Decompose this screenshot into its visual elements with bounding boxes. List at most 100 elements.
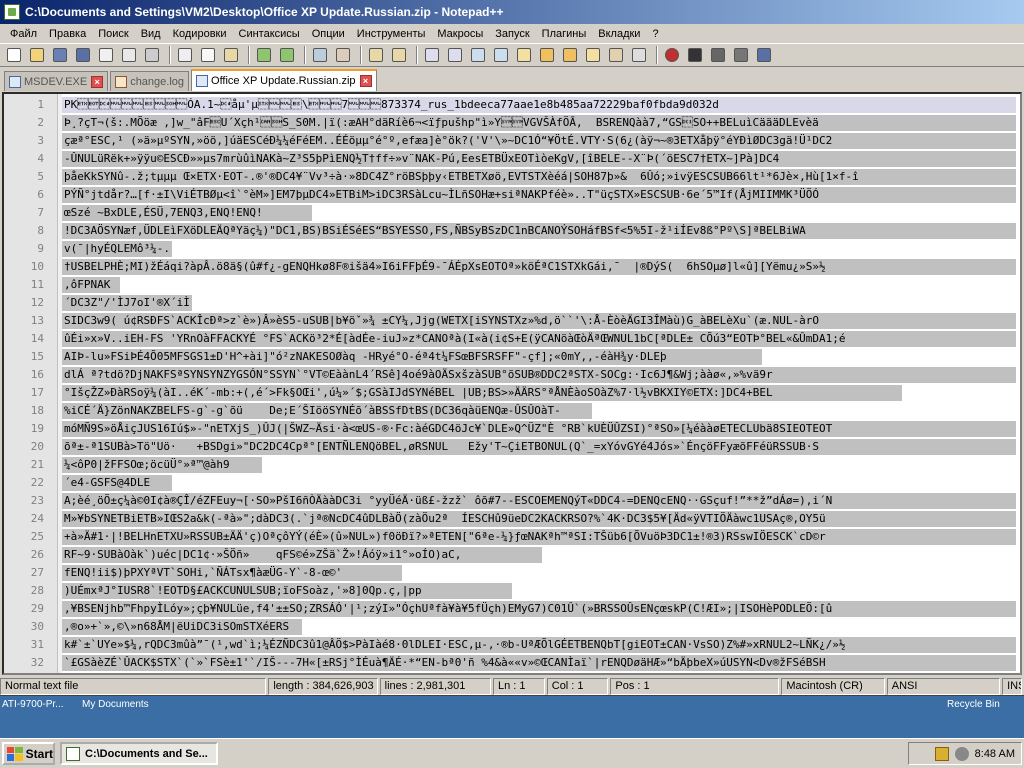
menu-search[interactable]: Поиск [92, 28, 134, 40]
close-icon[interactable]: × [359, 75, 372, 87]
editor-line[interactable]: 8 !DC3AÖSYNæf,ÜDLEìFXöDLEÄQªYäç¼)"DC1,BS)… [4, 222, 1020, 240]
title-bar[interactable]: C:\Documents and Settings\VM2\Desktop\Of… [0, 0, 1024, 24]
editor-line[interactable]: 17 °IšçŽZ»ÐàRSoÿ¼(àI..éK´-mb:+(,é´>Fk§OŒi… [4, 384, 1020, 402]
shield-icon[interactable] [934, 746, 949, 761]
line-text[interactable]: )UÉmxªJ°IUSR8`!EOTD§£ACKCUNULSUB;ïoFSoàz… [62, 583, 512, 599]
sync-horizontal-icon[interactable] [445, 46, 465, 64]
editor-line[interactable]: 33 FFU#-ÑFZó»ŽRSSYNEûx»ëSTX»Wi»;tNUL)STXY… [4, 672, 1020, 675]
cut-icon[interactable] [175, 46, 195, 64]
editor-line[interactable]: 15 AIÞ-lu»FSiÞÉ4Õ05MFSGS1±D'H^+ài]"ó²zNAK… [4, 348, 1020, 366]
menu-view[interactable]: Вид [135, 28, 167, 40]
line-text[interactable]: PK     ÓA.1~åµ'µ  \  7   873374… [62, 97, 1016, 113]
monitoring-icon[interactable] [629, 46, 649, 64]
line-text[interactable]: móMÑ9S»öÅiçJUS16Iú$»-"nETXjS_)ÛJ(|ŠWZ~Äs… [62, 421, 1016, 437]
record-macro-icon[interactable] [662, 46, 682, 64]
editor-line[interactable]: 23 A;èé¸öÖ±ç¼à©0I¢à®ÇÎ/éZFEuy¬[·SO»PšI6ñÒ… [4, 492, 1020, 510]
line-text[interactable]: AIÞ-lu»FSiÞÉ4Õ05MFSGS1±D'H^+ài]"ó²zNAKES… [62, 349, 762, 365]
desktop-icon-label-recycle-bin[interactable]: Recycle Bin [947, 699, 1000, 710]
line-text[interactable]: FFU#-ÑFZó»ŽRSSYNEûx»ëSTX»Wi»;tNUL)STXYAð… [62, 673, 1016, 675]
line-text[interactable]: %iCÉ´Ä}ZönNAKZBELFS-g`-g`õü De;E´ŠIööSYN… [62, 403, 592, 419]
show-all-chars-icon[interactable] [491, 46, 511, 64]
zoom-out-icon[interactable] [389, 46, 409, 64]
replace-icon[interactable] [333, 46, 353, 64]
editor-line[interactable]: 11 ,ôFPNAK [4, 276, 1020, 294]
notepadpp-app-icon[interactable] [4, 4, 20, 20]
line-text[interactable]: `£GSàèZÉ`ÛACK$STX`(`»`FSè±1'`/IŠ---7H«[±… [62, 655, 1016, 671]
menu-help[interactable]: ? [646, 28, 664, 40]
line-text[interactable]: ,¥BSENjhb™FhpyÌLóy»;çþ¥NULüe,f4'±±SO;ZRS… [62, 601, 1016, 617]
editor-line[interactable]: 2 Þ¸?çT¬(š:.MÕöæ ,]w_"âFU´Xçh¹S_S0M.|ï… [4, 114, 1020, 132]
menu-file[interactable]: Файл [4, 28, 43, 40]
editor-line[interactable]: 16 dlÁ ª?tdö?DjNAKFSªSYNSYNZYGSÓN°SSYN`°V… [4, 366, 1020, 384]
line-text[interactable]: !DC3AÖSYNæf,ÜDLEìFXöDLEÄQªYäç¼)"DC1,BS)B… [62, 223, 1016, 239]
editor-line[interactable]: 14 ûÉi»x»V..iEH-FS 'YRnOàFFACKYÉ °FS`ACKö… [4, 330, 1020, 348]
save-icon[interactable] [50, 46, 70, 64]
editor-line[interactable]: 12 ´DC3Z"/'ÌJ7oI'®X´iÌ[³( [4, 294, 1020, 312]
editor-line[interactable]: 30 ,®o»+`»,©\»n68ÅM|ëUiDC3iSOmSTXéERS [4, 618, 1020, 636]
line-text[interactable]: RF~9·SUBàOàk`)uéc|DC1¢·»ŠÖñ» qFS©é»ZŠä`Ž… [62, 547, 542, 563]
sync-vertical-icon[interactable] [422, 46, 442, 64]
line-text[interactable]: õª±-ª1SUBà>Tö"Uö· +BSDgi»"DC2DC4Cpª°[ENT… [62, 439, 1016, 455]
open-file-icon[interactable] [27, 46, 47, 64]
play-macro-icon[interactable] [708, 46, 728, 64]
line-text[interactable]: fENQ!ii$)þPXYªVT`SOHi,`ÑÁTsx¶àæÜG-Y`-8-œ… [62, 565, 402, 581]
zoom-in-icon[interactable] [366, 46, 386, 64]
editor-line[interactable]: 7 œSzé ~BxDLE,ÉSÜ,7ENQ3,ENQ!ENQ! [4, 204, 1020, 222]
desktop-icon-label-my-documents[interactable]: My Documents [82, 699, 149, 710]
print-icon[interactable] [142, 46, 162, 64]
line-text[interactable]: ¼<ôP0|žFFSOœ;öcüÜ°»ª™@àh9 [62, 457, 262, 473]
menu-macro[interactable]: Макросы [431, 28, 489, 40]
folder-workspace-icon[interactable] [606, 46, 626, 64]
editor-line[interactable]: 5 þåeKkSYNû-.ž;tµµµ Œ×ETX·EOT-.®'®DC4¥¨Vv… [4, 168, 1020, 186]
menu-edit[interactable]: Правка [43, 28, 92, 40]
word-wrap-icon[interactable] [468, 46, 488, 64]
find-icon[interactable] [310, 46, 330, 64]
editor-line[interactable]: 22 ´e4-GSFS@4DLE [4, 474, 1020, 492]
indent-guide-icon[interactable] [514, 46, 534, 64]
menu-window[interactable]: Вкладки [592, 28, 646, 40]
line-text[interactable]: -ÛNULüRëk+»ÿÿu©ESCÐ»»µs7mrùûìNAKà~Z³S5þP… [62, 151, 1016, 167]
editor-line[interactable]: 24 M»¥bSYNETBiETB»IŒS2a&k(-ªà»";dàDC3(.`j… [4, 510, 1020, 528]
editor-line[interactable]: 10 †USBELPHÈ;MI)žÉáqi?àpÂ.ö8ä§(û#f¿-gENQH… [4, 258, 1020, 276]
line-text[interactable]: œSzé ~BxDLE,ÉSÜ,7ENQ3,ENQ!ENQ! [62, 205, 312, 221]
undo-icon[interactable] [254, 46, 274, 64]
line-text[interactable]: Þ¸?çT¬(š:.MÕöæ ,]w_"âFU´Xçh¹S_S0M.|ï(… [62, 115, 1016, 131]
taskbar-button-notepadpp[interactable]: C:\Documents and Se... [60, 742, 218, 765]
close-icon[interactable] [96, 46, 116, 64]
editor-line[interactable]: 31 k#`±`UYe»$¼,rQDC3mûà”¯(¹,wd`ì;¼ÉZÑDC3û… [4, 636, 1020, 654]
start-button[interactable]: Start [2, 742, 55, 765]
menu-plugins[interactable]: Плагины [536, 28, 593, 40]
new-file-icon[interactable] [4, 46, 24, 64]
line-text[interactable]: †USBELPHÈ;MI)žÉáqi?àpÂ.ö8ä§(û#f¿-gENQHkø… [62, 259, 1016, 275]
line-text[interactable]: SIDC3w9( ú¢RSÐFS`ACKÎcÐª>z`è»)Â»èS5-uSUB… [62, 313, 1016, 329]
editor-line[interactable]: 27 fENQ!ii$)þPXYªVT`SOHi,`ÑÁTsx¶àæÜG-Y`-8… [4, 564, 1020, 582]
menu-encoding[interactable]: Кодировки [167, 28, 233, 40]
close-all-icon[interactable] [119, 46, 139, 64]
speaker-icon[interactable] [954, 746, 969, 761]
tab-change-log[interactable]: change.log [110, 71, 190, 91]
clock[interactable]: 8:48 AM [975, 748, 1015, 760]
copy-icon[interactable] [198, 46, 218, 64]
user-lang-icon[interactable] [537, 46, 557, 64]
editor-line[interactable]: 6 PÝÑ°jtdår?…[f·±I\ViÉTBØµ<î`°èM»]EM7þµDC… [4, 186, 1020, 204]
line-text[interactable]: çæª°ESC,¹ (»ä»µºSYN,»öö,]úäESCéÐ¼¼éFéEM.… [62, 133, 1016, 149]
tab-office-xp-update[interactable]: Office XP Update.Russian.zip × [191, 69, 377, 91]
editor-line[interactable]: 28)UÉmxªJ°IUSR8`!EOTD§£ACKCUNULSUB;ïoFSo… [4, 582, 1020, 600]
line-text[interactable]: ´DC3Z"/'ÌJ7oI'®X´iÌ[³( [62, 295, 192, 311]
editor-line[interactable]: 29 ,¥BSENjhb™FhpyÌLóy»;çþ¥NULüe,f4'±±SO;Z… [4, 600, 1020, 618]
line-text[interactable]: þåeKkSYNû-.ž;tµµµ Œ×ETX·EOT-.®'®DC4¥¨Vv³… [62, 169, 1016, 185]
menu-tools[interactable]: Инструменты [351, 28, 432, 40]
editor-line[interactable]: 18 %iCÉ´Ä}ZönNAKZBELFS-g`-g`õü De;E´ŠIööS… [4, 402, 1020, 420]
editor-line[interactable]: 32 `£GSàèZÉ`ÛACK$STX`(`»`FSè±1'`/IŠ---7H«… [4, 654, 1020, 672]
desktop-icon-label-ati[interactable]: ATI-9700-Pr... [2, 699, 64, 710]
tab-msdev-exe[interactable]: MSDEV.EXE × [4, 71, 109, 91]
function-list-icon[interactable] [583, 46, 603, 64]
paste-icon[interactable] [221, 46, 241, 64]
editor-line[interactable]: 20 õª±-ª1SUBà>Tö"Uö· +BSDgi»"DC2DC4Cpª°[E… [4, 438, 1020, 456]
stop-macro-icon[interactable] [685, 46, 705, 64]
line-text[interactable]: v(¯|hyÉQLEMô³¼-. [62, 241, 172, 257]
editor-line[interactable]: 26 RF~9·SUBàOàk`)uéc|DC1¢·»ŠÖñ» qFS©é»ZŠä… [4, 546, 1020, 564]
menu-settings[interactable]: Опции [306, 28, 351, 40]
line-text[interactable]: k#`±`UYe»$¼,rQDC3mûà”¯(¹,wd`ì;¼ÉZÑDC3û1@… [62, 637, 1016, 653]
run-macro-multiple-icon[interactable] [731, 46, 751, 64]
